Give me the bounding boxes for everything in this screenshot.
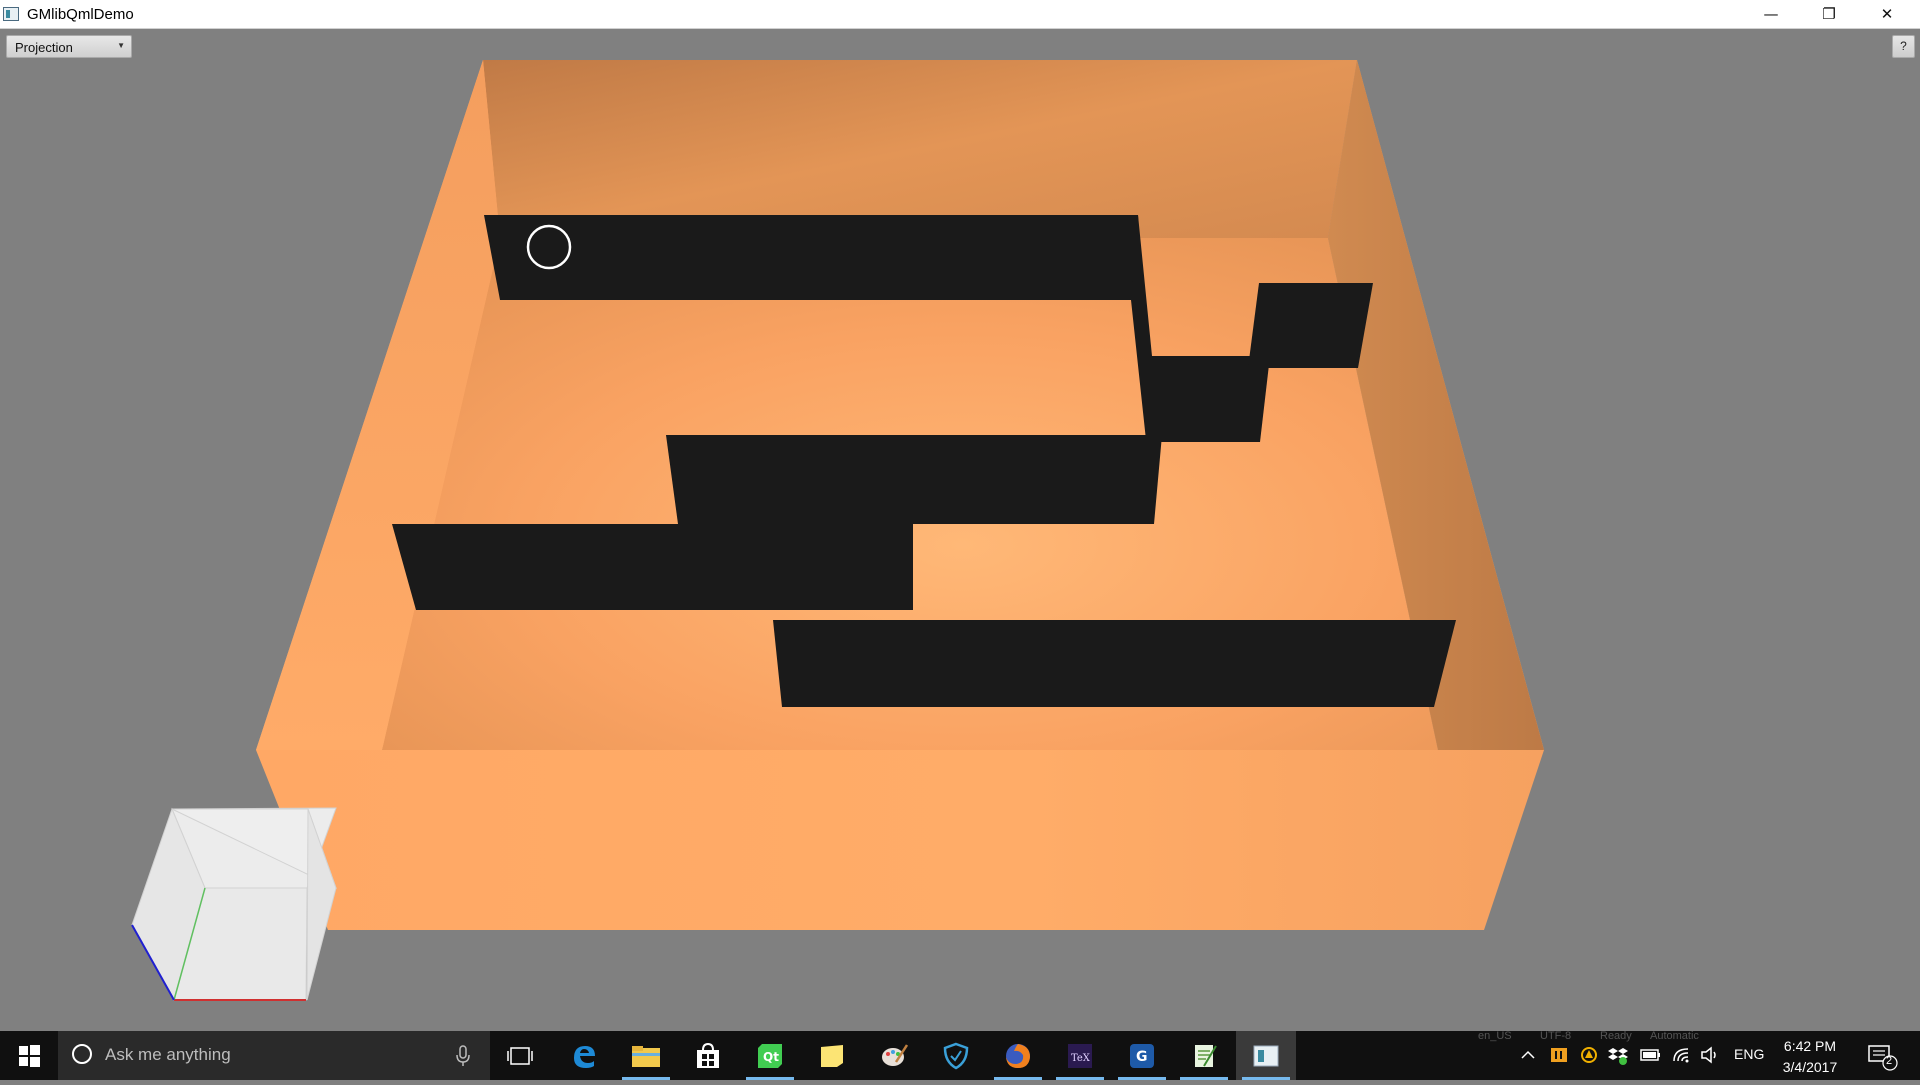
qt-creator-icon[interactable]: Qt <box>740 1031 800 1080</box>
search-box[interactable]: Ask me anything <box>58 1031 490 1080</box>
tex-icon[interactable]: TeX <box>1050 1031 1110 1080</box>
svg-text:G: G <box>1136 1049 1148 1065</box>
notification-icon <box>1868 1045 1898 1071</box>
maze-wall <box>1248 283 1373 368</box>
app-tray-icon[interactable] <box>1550 1045 1568 1065</box>
language-indicator[interactable]: ENG <box>1734 1046 1764 1066</box>
box-front-wall <box>256 750 1544 930</box>
maze-wall <box>392 524 913 610</box>
maze-wall <box>773 620 1456 707</box>
edge-icon[interactable] <box>554 1031 614 1080</box>
cortana-icon <box>72 1044 92 1064</box>
maze-wall <box>666 435 1162 524</box>
maze-wall <box>484 215 1143 300</box>
locale-status: en_US <box>1478 1030 1512 1042</box>
maze-wall <box>1146 356 1270 442</box>
wifi-icon[interactable] <box>1672 1045 1692 1065</box>
start-button[interactable] <box>0 1031 58 1080</box>
dropbox-icon[interactable] <box>1608 1045 1628 1065</box>
search-placeholder: Ask me anything <box>105 1045 231 1064</box>
svg-text:TeX: TeX <box>1071 1053 1091 1064</box>
clock-time: 6:42 PM <box>1783 1038 1837 1054</box>
maze-viewport[interactable] <box>0 0 1920 1031</box>
firefox-icon[interactable] <box>988 1031 1048 1080</box>
gmlib-demo-icon[interactable] <box>1236 1031 1296 1080</box>
notification-count: 2 <box>1886 1055 1893 1067</box>
projection-label: Projection <box>15 40 73 55</box>
box-back-wall <box>483 60 1357 238</box>
chevron-down-icon: ▼ <box>117 41 125 50</box>
svg-text:Qt: Qt <box>763 1050 779 1064</box>
mode-status: Automatic <box>1650 1030 1699 1042</box>
action-center-button[interactable]: 2 <box>1866 1040 1898 1072</box>
chevron-up-icon[interactable] <box>1520 1045 1536 1065</box>
orientation-cube[interactable] <box>131 807 337 1002</box>
file-explorer-icon[interactable] <box>616 1031 676 1080</box>
paint-icon[interactable] <box>864 1031 924 1080</box>
notepad-icon[interactable] <box>1174 1031 1234 1080</box>
store-icon[interactable] <box>678 1031 738 1080</box>
clock-date: 3/4/2017 <box>1782 1059 1838 1075</box>
clock[interactable]: 6:42 PM 3/4/2017 <box>1770 1036 1850 1078</box>
warning-icon[interactable] <box>1580 1045 1598 1065</box>
volume-icon[interactable] <box>1700 1045 1720 1065</box>
encoding-status: UTF-8 <box>1540 1030 1572 1042</box>
taskbar: Ask me anything Qt TeX G en_US UTF-8 Rea… <box>0 1031 1920 1080</box>
battery-icon[interactable] <box>1640 1045 1662 1065</box>
projection-dropdown[interactable]: Projection ▼ <box>6 35 132 58</box>
help-button[interactable]: ? <box>1892 35 1915 58</box>
ready-status: Ready <box>1600 1030 1632 1042</box>
shield-icon[interactable] <box>926 1031 986 1080</box>
pdf-icon[interactable]: G <box>1112 1031 1172 1080</box>
sticky-notes-icon[interactable] <box>802 1031 862 1080</box>
task-view-icon[interactable] <box>490 1031 550 1080</box>
microphone-icon[interactable] <box>453 1044 473 1068</box>
windows-logo-icon <box>19 1045 40 1067</box>
